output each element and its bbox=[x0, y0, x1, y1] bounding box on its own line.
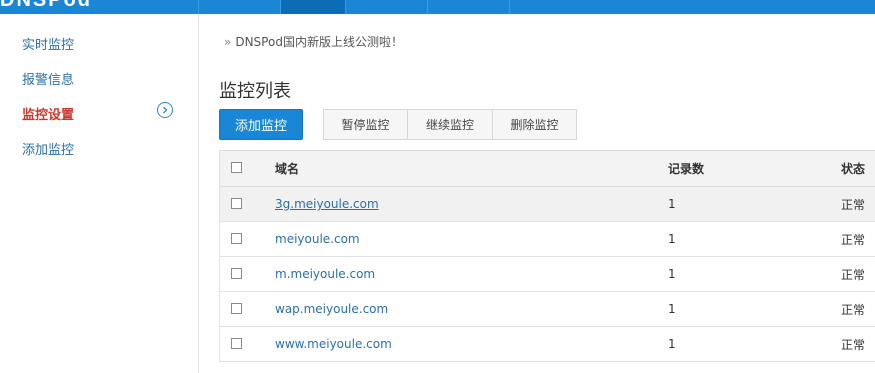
column-header-status: 状态 bbox=[841, 162, 866, 176]
sidebar-item-alerts[interactable]: 报警信息 bbox=[22, 69, 74, 88]
announcement-link[interactable]: » DNSPod国内新版上线公测啦！ bbox=[224, 33, 403, 50]
status-text: 正常 bbox=[841, 267, 866, 282]
row-checkbox[interactable] bbox=[231, 233, 242, 244]
table-header-row: 域名 记录数 状态 bbox=[219, 151, 875, 187]
status-text: 正常 bbox=[841, 232, 866, 247]
record-count: 1 bbox=[668, 302, 676, 316]
nav-tab-4[interactable] bbox=[428, 0, 509, 14]
domain-link[interactable]: meiyoule.com bbox=[275, 222, 360, 256]
page-title: 监控列表 bbox=[219, 81, 291, 102]
record-count: 1 bbox=[668, 197, 676, 211]
add-monitor-button[interactable]: 添加监控 bbox=[219, 109, 303, 140]
row-checkbox[interactable] bbox=[231, 338, 242, 349]
row-checkbox[interactable] bbox=[231, 268, 242, 279]
resume-monitor-button[interactable]: 继续监控 bbox=[408, 110, 493, 139]
sidebar-item-add-monitor[interactable]: 添加监控 bbox=[22, 139, 74, 158]
sidebar-item-realtime-monitor[interactable]: 实时监控 bbox=[22, 34, 74, 53]
record-count: 1 bbox=[668, 232, 676, 246]
domain-link[interactable]: m.meiyoule.com bbox=[275, 257, 375, 291]
dnspod-logo[interactable]: DNSPod bbox=[0, 0, 92, 11]
status-text: 正常 bbox=[841, 197, 866, 212]
column-header-record-count: 记录数 bbox=[668, 162, 705, 176]
table-row[interactable]: www.meiyoule.com 1 正常 bbox=[219, 327, 875, 362]
double-chevron-icon: » bbox=[224, 35, 232, 49]
row-checkbox[interactable] bbox=[231, 303, 242, 314]
sidebar-item-monitor-settings[interactable]: 监控设置 bbox=[22, 104, 74, 123]
chevron-right-circle-icon bbox=[157, 102, 173, 118]
status-text: 正常 bbox=[841, 302, 866, 317]
nav-tab-1[interactable] bbox=[199, 0, 280, 14]
select-all-checkbox[interactable] bbox=[231, 162, 242, 173]
domain-link[interactable]: wap.meiyoule.com bbox=[275, 292, 388, 326]
table-row[interactable]: wap.meiyoule.com 1 正常 bbox=[219, 292, 875, 327]
top-navbar: DNSPod bbox=[0, 0, 875, 14]
column-header-domain: 域名 bbox=[275, 162, 300, 176]
record-count: 1 bbox=[668, 337, 676, 351]
action-button-group: 暂停监控 继续监控 删除监控 bbox=[323, 109, 577, 140]
table-row[interactable]: m.meiyoule.com 1 正常 bbox=[219, 257, 875, 292]
nav-divider bbox=[509, 0, 510, 14]
delete-monitor-button[interactable]: 删除监控 bbox=[493, 110, 576, 139]
pause-monitor-button[interactable]: 暂停监控 bbox=[324, 110, 408, 139]
announcement-text: DNSPod国内新版上线公测啦！ bbox=[235, 35, 403, 49]
nav-tab-active[interactable] bbox=[281, 0, 345, 14]
nav-tab-3[interactable] bbox=[346, 0, 427, 14]
status-text: 正常 bbox=[841, 337, 866, 352]
row-checkbox[interactable] bbox=[231, 198, 242, 209]
logo-text: DNSPod bbox=[0, 0, 92, 11]
domain-link[interactable]: www.meiyoule.com bbox=[275, 327, 392, 361]
table-row[interactable]: 3g.meiyoule.com 1 正常 bbox=[219, 187, 875, 222]
domain-link[interactable]: 3g.meiyoule.com bbox=[275, 187, 379, 221]
monitor-table: 域名 记录数 状态 3g.meiyoule.com 1 正常 meiyoule.… bbox=[219, 150, 875, 362]
table-row[interactable]: meiyoule.com 1 正常 bbox=[219, 222, 875, 257]
record-count: 1 bbox=[668, 267, 676, 281]
sidebar: 实时监控 报警信息 监控设置 添加监控 bbox=[0, 14, 199, 373]
